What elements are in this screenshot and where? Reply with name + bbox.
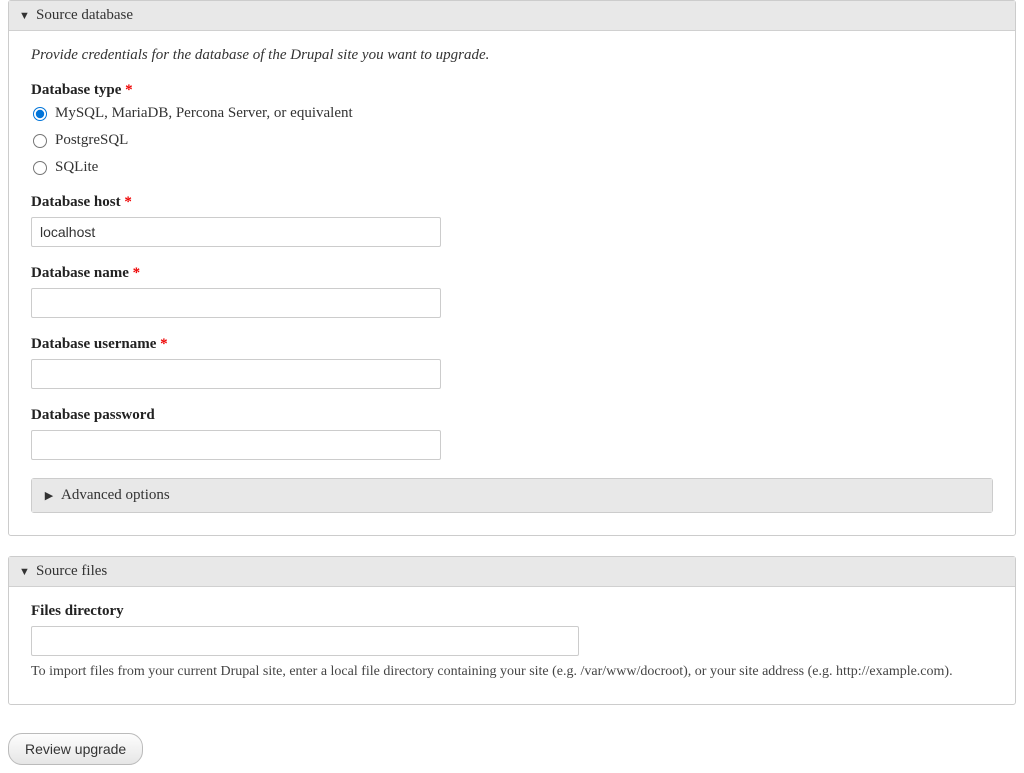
db-name-label: Database name * bbox=[31, 265, 993, 282]
db-name-input[interactable] bbox=[31, 288, 441, 318]
db-user-group: Database username * bbox=[31, 336, 993, 389]
source-database-fieldset: ▼ Source database Provide credentials fo… bbox=[8, 0, 1016, 536]
radio-sqlite-label[interactable]: SQLite bbox=[55, 159, 98, 176]
required-mark: * bbox=[160, 336, 168, 352]
db-user-label: Database username * bbox=[31, 336, 993, 353]
db-type-group: Database type * MySQL, MariaDB, Percona … bbox=[31, 82, 993, 176]
source-database-description: Provide credentials for the database of … bbox=[31, 47, 993, 64]
db-host-group: Database host * bbox=[31, 194, 993, 247]
radio-pgsql-label[interactable]: PostgreSQL bbox=[55, 132, 128, 149]
radio-pgsql[interactable] bbox=[33, 134, 47, 148]
db-pass-input[interactable] bbox=[31, 430, 441, 460]
db-name-label-text: Database name bbox=[31, 265, 129, 281]
db-type-label: Database type * bbox=[31, 82, 993, 99]
review-upgrade-button[interactable]: Review upgrade bbox=[8, 733, 143, 765]
db-name-group: Database name * bbox=[31, 265, 993, 318]
radio-row-mysql: MySQL, MariaDB, Percona Server, or equiv… bbox=[33, 105, 993, 122]
caret-down-icon: ▼ bbox=[19, 566, 29, 578]
required-mark: * bbox=[124, 194, 132, 210]
caret-right-icon: ▶ bbox=[44, 489, 54, 502]
advanced-options-header[interactable]: ▶ Advanced options bbox=[32, 479, 992, 512]
files-dir-help: To import files from your current Drupal… bbox=[31, 662, 993, 682]
advanced-options-title: Advanced options bbox=[61, 487, 170, 504]
form-actions: Review upgrade bbox=[0, 725, 1024, 773]
db-user-label-text: Database username bbox=[31, 336, 156, 352]
source-files-title: Source files bbox=[36, 563, 107, 580]
radio-row-pgsql: PostgreSQL bbox=[33, 132, 993, 149]
files-dir-group: Files directory To import files from you… bbox=[31, 603, 993, 682]
db-host-label: Database host * bbox=[31, 194, 993, 211]
db-user-input[interactable] bbox=[31, 359, 441, 389]
source-files-body: Files directory To import files from you… bbox=[9, 587, 1015, 704]
files-dir-label: Files directory bbox=[31, 603, 993, 620]
db-host-input[interactable] bbox=[31, 217, 441, 247]
source-database-body: Provide credentials for the database of … bbox=[9, 31, 1015, 535]
db-host-label-text: Database host bbox=[31, 194, 121, 210]
radio-sqlite[interactable] bbox=[33, 161, 47, 175]
source-files-header[interactable]: ▼ Source files bbox=[9, 557, 1015, 587]
radio-row-sqlite: SQLite bbox=[33, 159, 993, 176]
db-pass-label: Database password bbox=[31, 407, 993, 424]
db-type-radio-list: MySQL, MariaDB, Percona Server, or equiv… bbox=[31, 105, 993, 176]
source-database-header[interactable]: ▼ Source database bbox=[9, 1, 1015, 31]
db-type-label-text: Database type bbox=[31, 82, 121, 98]
required-mark: * bbox=[133, 265, 141, 281]
db-pass-group: Database password bbox=[31, 407, 993, 460]
radio-mysql[interactable] bbox=[33, 107, 47, 121]
files-dir-input[interactable] bbox=[31, 626, 579, 656]
radio-mysql-label[interactable]: MySQL, MariaDB, Percona Server, or equiv… bbox=[55, 105, 353, 122]
source-database-title: Source database bbox=[36, 7, 133, 24]
advanced-options-fieldset: ▶ Advanced options bbox=[31, 478, 993, 513]
required-mark: * bbox=[125, 82, 133, 98]
caret-down-icon: ▼ bbox=[19, 10, 29, 22]
files-dir-label-text: Files directory bbox=[31, 603, 124, 619]
db-pass-label-text: Database password bbox=[31, 407, 155, 423]
source-files-fieldset: ▼ Source files Files directory To import… bbox=[8, 556, 1016, 705]
